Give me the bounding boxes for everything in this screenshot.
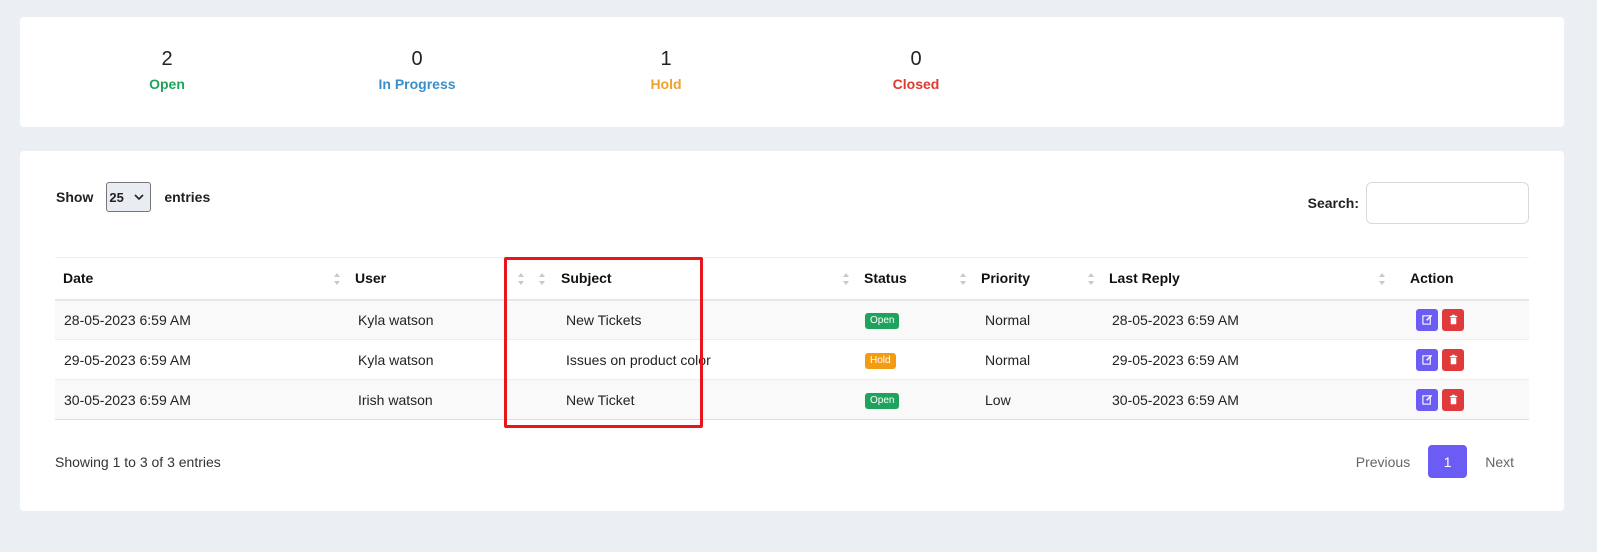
stat-open-count: 2	[161, 48, 173, 70]
cell-subject[interactable]: Issues on product color	[531, 340, 856, 380]
status-badge: Hold	[865, 353, 896, 369]
cell-subject[interactable]: New Tickets	[531, 300, 856, 340]
page-1-button[interactable]: 1	[1428, 445, 1468, 478]
cell-date: 30-05-2023 6:59 AM	[64, 391, 191, 408]
stat-hold-count: 1	[660, 48, 672, 70]
edit-button[interactable]	[1416, 388, 1438, 411]
stat-in-progress-label: In Progress	[378, 76, 456, 92]
cell-priority: Low	[985, 391, 1011, 408]
table-header-row: Date User Subject Status Priority Last R…	[55, 257, 1529, 301]
cell-date: 28-05-2023 6:59 AM	[64, 311, 191, 328]
search-input[interactable]	[1366, 182, 1529, 224]
sort-icon	[517, 272, 525, 286]
sort-icon	[959, 272, 967, 286]
cell-action	[1392, 340, 1529, 380]
column-header-status[interactable]: Status	[856, 257, 973, 301]
cell-action	[1392, 300, 1529, 340]
entries-per-page-select[interactable]: 25	[106, 182, 152, 212]
column-header-subject[interactable]: Subject	[531, 257, 856, 301]
column-header-last-reply[interactable]: Last Reply	[1101, 257, 1392, 301]
stat-open-label: Open	[149, 76, 185, 92]
search-control: Search:	[1308, 182, 1529, 224]
sort-icon	[333, 272, 341, 286]
ticket-stats-card: 2 Open 0 In Progress 1 Hold 0 Closed	[20, 17, 1564, 127]
column-header-user[interactable]: User	[347, 257, 531, 301]
status-badge: Open	[865, 313, 900, 330]
cell-status: Open	[856, 300, 973, 340]
edit-icon	[1421, 315, 1432, 325]
delete-button[interactable]	[1442, 348, 1464, 371]
cell-date: 29-05-2023 6:59 AM	[64, 351, 191, 368]
entries-length-control: Show 25 entries	[56, 182, 210, 212]
entries-label: entries	[164, 189, 211, 205]
search-label: Search:	[1307, 195, 1359, 211]
next-page-button[interactable]: Next	[1471, 454, 1528, 470]
tickets-table-card: Show 25 entries Search: Date User Subjec…	[20, 151, 1564, 511]
cell-status: Hold	[856, 340, 973, 380]
cell-user[interactable]: Kyla watson	[347, 300, 531, 340]
column-header-action: Action	[1392, 257, 1529, 301]
cell-user[interactable]: Irish watson	[347, 380, 531, 420]
table-info: Showing 1 to 3 of 3 entries	[55, 454, 221, 470]
cell-subject[interactable]: New Ticket	[531, 380, 856, 420]
sort-icon	[1378, 272, 1386, 286]
stat-in-progress-count: 0	[411, 48, 423, 70]
stat-hold: 1 Hold	[586, 47, 746, 93]
cell-last-reply: 29-05-2023 6:59 AM	[1112, 351, 1239, 368]
column-header-date[interactable]: Date	[55, 257, 347, 301]
stat-in-progress: 0 In Progress	[337, 47, 497, 93]
trash-icon	[1449, 314, 1457, 325]
chevron-down-icon	[134, 194, 144, 201]
edit-icon	[1421, 394, 1432, 405]
cell-last-reply: 28-05-2023 6:59 AM	[1112, 311, 1239, 328]
edit-icon	[1421, 354, 1432, 365]
cell-action	[1392, 380, 1529, 420]
stat-open: 2 Open	[87, 47, 247, 93]
cell-priority: Normal	[985, 351, 1031, 368]
cell-status: Open	[856, 380, 973, 420]
table-row: 28-05-2023 6:59 AM Kyla watson New Ticke…	[55, 299, 1529, 340]
cell-last-reply: 30-05-2023 6:59 AM	[1112, 391, 1239, 408]
status-badge: Open	[865, 393, 900, 409]
entries-per-page-value: 25	[109, 189, 124, 205]
trash-icon	[1449, 394, 1457, 405]
table-row: 30-05-2023 6:59 AM Irish watson New Tick…	[55, 379, 1529, 420]
cell-priority: Normal	[985, 311, 1031, 328]
stat-closed-label: Closed	[892, 76, 940, 92]
column-header-priority[interactable]: Priority	[973, 257, 1101, 301]
edit-button[interactable]	[1416, 308, 1438, 331]
sort-icon	[842, 272, 850, 286]
edit-button[interactable]	[1416, 348, 1438, 371]
trash-icon	[1449, 354, 1457, 365]
previous-page-button[interactable]: Previous	[1342, 454, 1424, 470]
cell-user[interactable]: Kyla watson	[347, 340, 531, 380]
sort-icon	[1087, 272, 1095, 286]
stat-closed: 0 Closed	[836, 47, 996, 93]
table-row: 29-05-2023 6:59 AM Kyla watson Issues on…	[55, 340, 1529, 380]
delete-button[interactable]	[1442, 308, 1464, 331]
tickets-table: Date User Subject Status Priority Last R…	[55, 257, 1529, 420]
pagination: Previous 1 Next	[1342, 445, 1528, 478]
show-label: Show	[56, 189, 94, 205]
delete-button[interactable]	[1442, 388, 1464, 411]
stat-hold-label: Hold	[650, 76, 682, 92]
stat-closed-count: 0	[910, 48, 922, 70]
sort-icon	[538, 272, 546, 286]
